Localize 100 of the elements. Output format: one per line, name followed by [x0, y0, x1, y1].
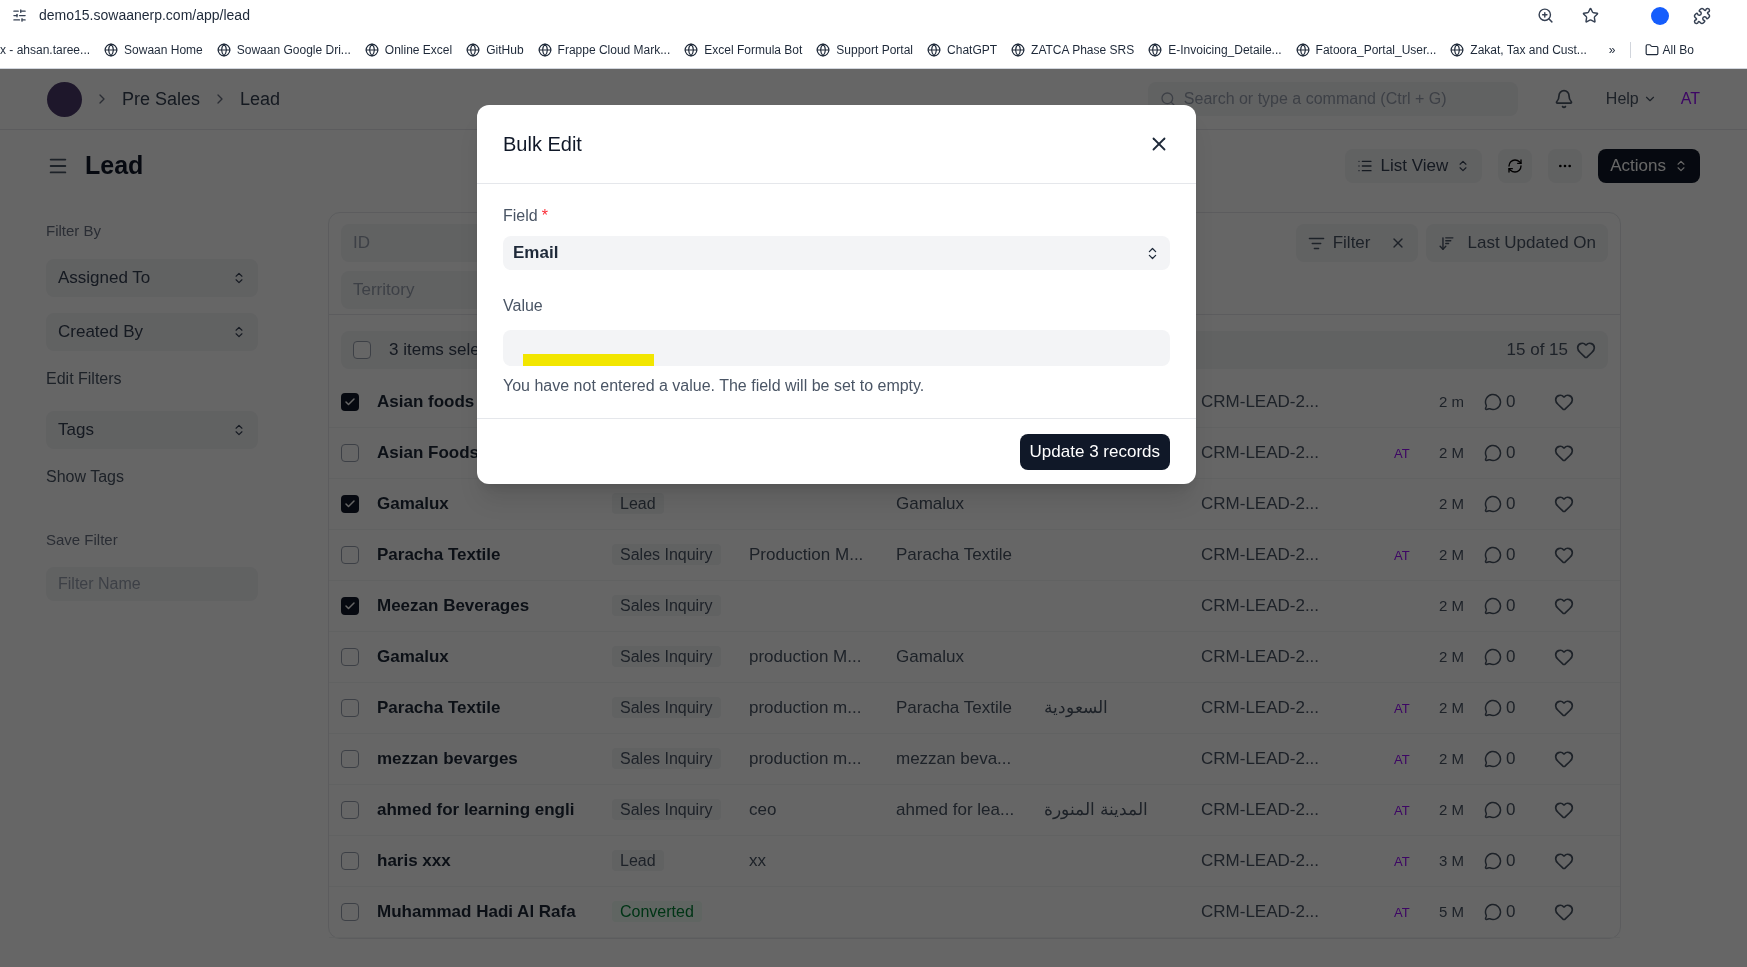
sort-button[interactable]: Last Updated On	[1426, 224, 1608, 262]
row-checkbox[interactable]	[341, 546, 359, 564]
lead-name[interactable]: mezzan bevarges	[377, 749, 518, 769]
actions-button[interactable]: Actions	[1598, 149, 1700, 183]
like-icon[interactable]	[1554, 800, 1574, 820]
like-icon[interactable]	[1554, 749, 1574, 769]
filter-select[interactable]: Assigned To	[46, 258, 258, 297]
like-icon[interactable]	[1554, 443, 1574, 463]
extension-icon[interactable]	[1651, 6, 1669, 25]
comment-icon	[1484, 699, 1502, 717]
check-icon	[344, 396, 356, 408]
show-tags-link[interactable]: Show Tags	[46, 464, 258, 489]
assignee-avatar: AT	[1394, 752, 1410, 767]
lead-id: CRM-LEAD-2...	[1201, 545, 1320, 565]
bookmark-item[interactable]: Excel Formula Bot	[684, 40, 803, 59]
filter-button[interactable]: Filter	[1295, 224, 1419, 262]
row-checkbox[interactable]	[341, 597, 359, 615]
like-icon[interactable]	[1554, 851, 1574, 871]
like-icon[interactable]	[1554, 902, 1574, 922]
bookmark-star-icon[interactable]	[1582, 7, 1599, 24]
bookmark-item[interactable]: Sowaan Google Dri...	[216, 40, 351, 59]
field-select[interactable]: Email	[503, 236, 1170, 270]
edit-filters-link[interactable]: Edit Filters	[46, 366, 258, 391]
bookmark-item[interactable]: GitHub	[466, 40, 524, 59]
like-icon[interactable]	[1554, 494, 1574, 514]
bookmark-item[interactable]: Frappe Cloud Mark...	[537, 40, 671, 59]
extensions-icon[interactable]	[1693, 6, 1711, 25]
folder-icon	[1644, 42, 1659, 57]
user-avatar[interactable]: AT	[1680, 87, 1700, 111]
modified-time: 5 M	[1439, 903, 1464, 920]
lead-name[interactable]: Paracha Textile	[377, 545, 501, 565]
value-field[interactable]	[503, 330, 1170, 366]
all-bookmarks[interactable]: All Bo	[1644, 40, 1694, 59]
update-button[interactable]: Update 3 records	[1019, 433, 1170, 470]
bookmark-item[interactable]: Support Portal	[816, 40, 914, 59]
lead-name[interactable]: ahmed for learning engli	[377, 800, 575, 820]
lead-name[interactable]: Gamalux	[377, 494, 449, 514]
comment-count: 0	[1506, 697, 1516, 720]
bookmark-item[interactable]: Sowaan Home	[104, 40, 203, 59]
lead-name[interactable]: Muhammad Hadi Al Rafa	[377, 902, 576, 922]
row-checkbox[interactable]	[341, 903, 359, 921]
comment-count: 0	[1506, 799, 1516, 822]
bookmark-item[interactable]: E-Invoicing_Detaile...	[1148, 40, 1282, 59]
comment-icon	[1484, 393, 1502, 411]
lead-name[interactable]: haris xxx	[377, 851, 451, 871]
bookmark-item[interactable]: Fatoora_Portal_User...	[1295, 40, 1437, 59]
like-icon[interactable]	[1576, 340, 1596, 360]
zoom-icon[interactable]	[1537, 7, 1554, 24]
row-checkbox[interactable]	[341, 393, 359, 411]
lead-name[interactable]: Gamalux	[377, 647, 449, 667]
globe-icon	[466, 42, 481, 57]
required-mark: *	[541, 206, 548, 226]
lead-id: CRM-LEAD-2...	[1201, 647, 1320, 667]
help-menu[interactable]: Help	[1605, 87, 1657, 111]
bookmark-item[interactable]: ZATCA Phase SRS	[1011, 40, 1135, 59]
status-tag: Sales Inquiry	[612, 544, 721, 565]
filter-select[interactable]: Tags	[46, 410, 258, 449]
like-icon[interactable]	[1554, 647, 1574, 667]
status-tag: Sales Inquiry	[612, 748, 721, 769]
lead-name[interactable]: Meezan Beverages	[377, 596, 530, 616]
like-icon[interactable]	[1554, 698, 1574, 718]
table-cell: Paracha Textile	[896, 698, 1012, 718]
bookmark-item[interactable]: Online Excel	[364, 40, 453, 59]
row-checkbox[interactable]	[341, 444, 359, 462]
breadcrumb-link[interactable]: Pre Sales	[122, 85, 201, 113]
breadcrumb-link[interactable]: Lead	[240, 85, 281, 113]
refresh-button[interactable]	[1498, 149, 1533, 183]
row-checkbox[interactable]	[341, 648, 359, 666]
dialog-title: Bulk Edit	[503, 132, 582, 157]
row-checkbox[interactable]	[341, 801, 359, 819]
comment-count: 0	[1506, 391, 1516, 414]
row-checkbox[interactable]	[341, 750, 359, 768]
modified-time: 2 M	[1439, 750, 1464, 767]
notification-icon[interactable]	[1553, 89, 1574, 109]
row-checkbox[interactable]	[341, 699, 359, 717]
bookmark-item[interactable]: x - ahsan.taree...	[0, 40, 91, 59]
lead-name[interactable]: Asian foods	[377, 392, 475, 412]
bookmark-item[interactable]: ChatGPT	[927, 40, 998, 59]
like-icon[interactable]	[1554, 545, 1574, 565]
filter-select[interactable]: Created By	[46, 312, 258, 351]
status-tag: Lead	[612, 850, 664, 871]
modified-time: 2 M	[1439, 699, 1464, 716]
hint-text: You have not entered a value. The field will be set to empty.	[503, 376, 926, 396]
row-checkbox[interactable]	[341, 495, 359, 513]
status-tag: Sales Inquiry	[612, 697, 721, 718]
lead-id: CRM-LEAD-2...	[1201, 443, 1320, 463]
row-checkbox[interactable]	[353, 341, 371, 359]
lead-name[interactable]: Asian Foods	[377, 443, 479, 463]
view-switcher[interactable]: List View	[1344, 149, 1483, 183]
bookmark-item[interactable]: Zakat, Tax and Cust...	[1450, 40, 1587, 59]
row-checkbox[interactable]	[341, 852, 359, 870]
url-text[interactable]: demo15.sowaanerp.com/app/lead	[39, 5, 250, 26]
like-icon[interactable]	[1554, 596, 1574, 616]
like-icon[interactable]	[1554, 392, 1574, 412]
comment-icon	[1484, 750, 1502, 768]
table-cell: المدينة المنورة	[1044, 800, 1148, 820]
app-logo[interactable]	[47, 81, 82, 117]
site-settings-icon[interactable]	[12, 8, 27, 23]
lead-name[interactable]: Paracha Textile	[377, 698, 501, 718]
more-bookmarks[interactable]: »	[1608, 40, 1616, 59]
